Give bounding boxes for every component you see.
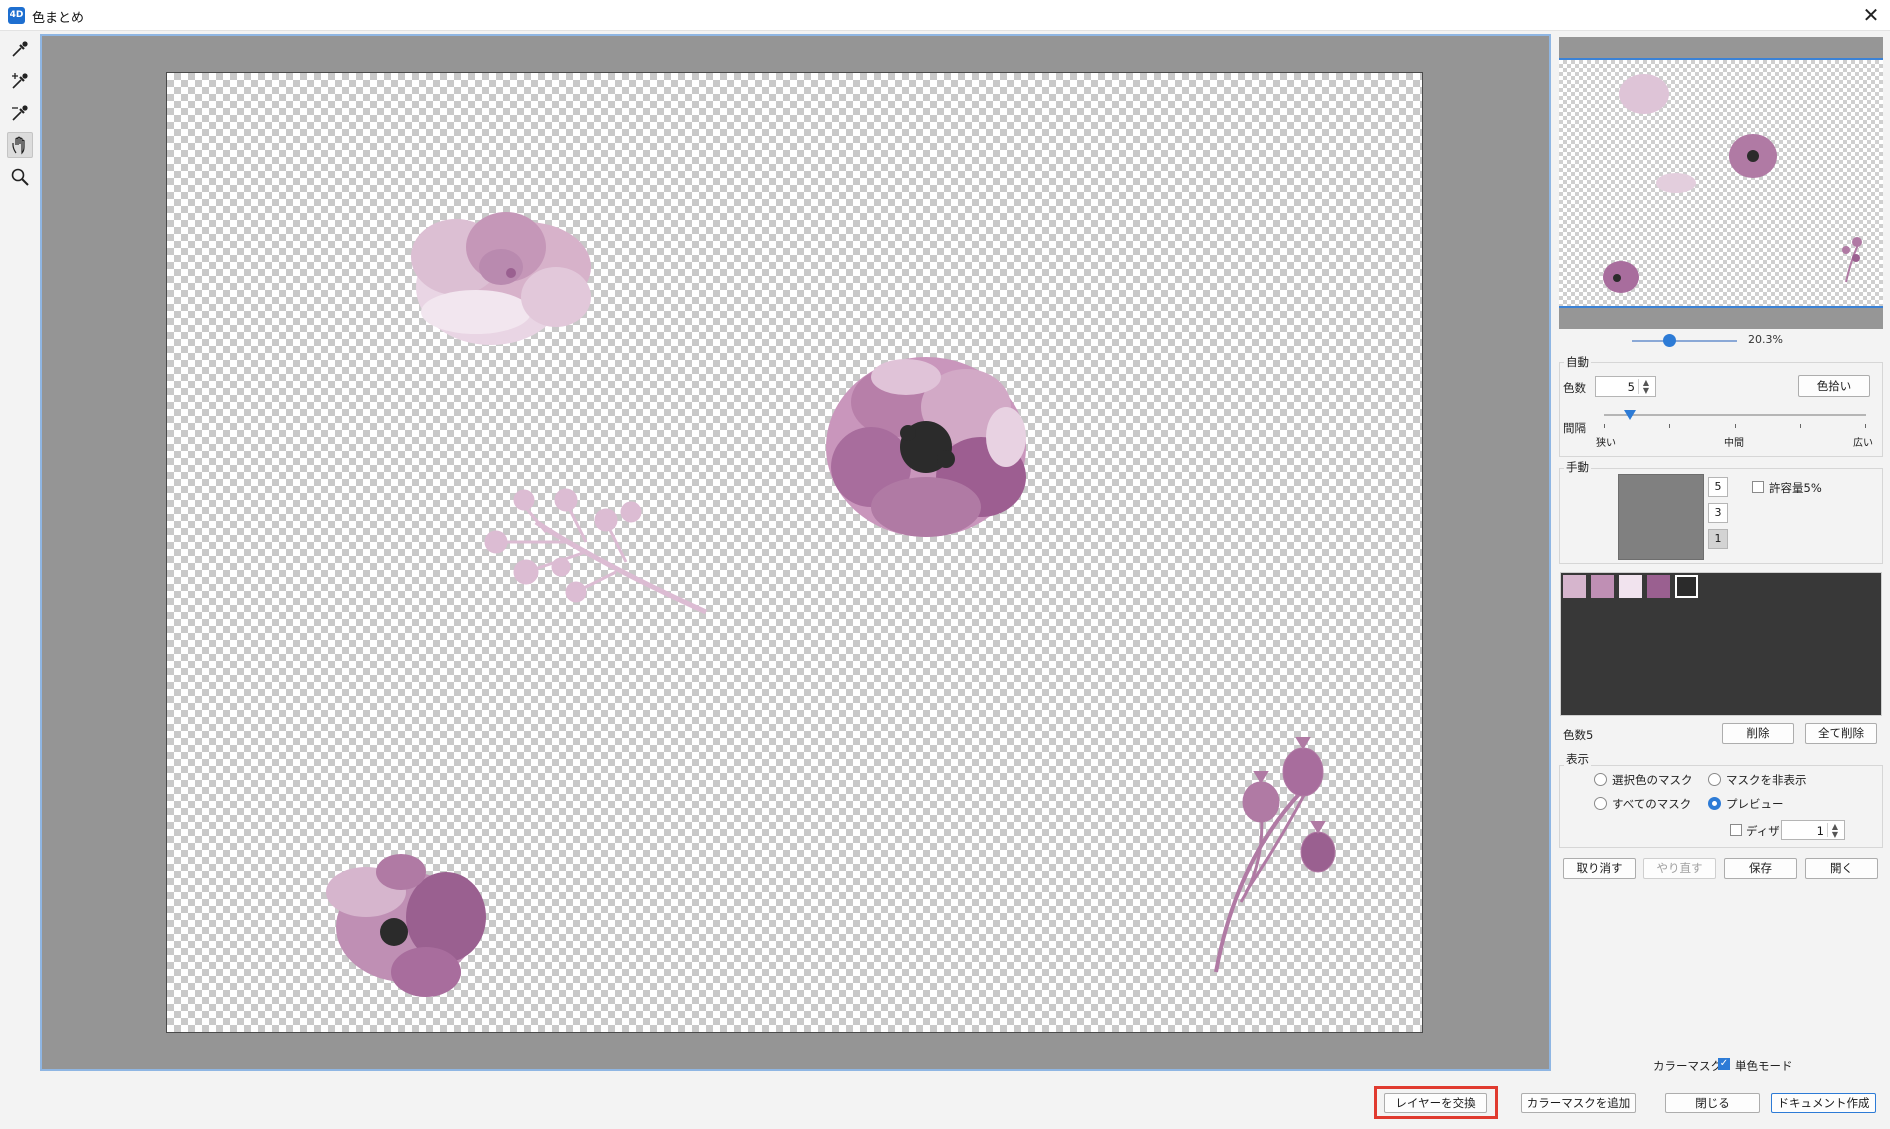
dither-value: 1 <box>1816 824 1824 838</box>
color-swatch[interactable] <box>1619 575 1642 598</box>
save-button[interactable]: 保存 <box>1724 858 1797 879</box>
zoom-icon <box>11 168 29 186</box>
hide-mask-radio[interactable] <box>1708 773 1721 786</box>
level-3-button[interactable]: 3 <box>1708 503 1728 523</box>
delete-color-button[interactable]: 削除 <box>1722 723 1794 744</box>
interval-tick <box>1865 424 1866 428</box>
window-title: 色まとめ <box>32 11 85 26</box>
redo-button[interactable]: やり直す <box>1643 858 1716 879</box>
navigator-preview[interactable] <box>1559 58 1883 308</box>
hand-icon <box>12 136 25 155</box>
all-masks-radio[interactable] <box>1594 797 1607 810</box>
zoom-tool[interactable] <box>7 164 33 190</box>
undo-button[interactable]: 取り消す <box>1563 858 1636 879</box>
color-swatch[interactable] <box>1647 575 1670 598</box>
interval-slider-track[interactable] <box>1604 414 1866 416</box>
tolerance-label: 許容量5% <box>1769 481 1822 495</box>
auto-group-label: 自動 <box>1564 354 1591 370</box>
color-count-value: 5 <box>1627 380 1635 394</box>
navigator-bottom-band <box>1559 308 1883 329</box>
zoom-slider-knob[interactable] <box>1662 334 1676 347</box>
color-mask-label: カラーマスク <box>1653 1059 1722 1073</box>
interval-tick <box>1669 424 1670 428</box>
color-count-label: 色数 <box>1563 381 1586 395</box>
interval-slider-knob[interactable] <box>1624 410 1637 420</box>
level-5-button[interactable]: 5 <box>1708 477 1728 497</box>
mask-selected-radio[interactable] <box>1594 773 1607 786</box>
interval-mid-label: 中間 <box>1724 438 1744 449</box>
manual-group-label: 手動 <box>1564 459 1591 475</box>
flower-top-left <box>411 212 591 345</box>
dither-checkbox[interactable] <box>1730 824 1742 836</box>
navigator-thumbnail <box>1603 74 1862 293</box>
dither-label: ディザ <box>1746 824 1780 838</box>
flower-center <box>826 357 1026 537</box>
dither-spinner[interactable]: 1 ▲ ▼ <box>1781 820 1845 840</box>
hand-tool[interactable] <box>7 132 33 158</box>
interval-max-label: 広い <box>1853 438 1873 449</box>
zoom-slider[interactable] <box>1632 340 1737 342</box>
add-color-mask-button[interactable]: カラーマスクを追加 <box>1521 1093 1636 1113</box>
all-masks-label: すべてのマスク <box>1612 797 1692 811</box>
flower-artwork <box>326 212 1336 997</box>
hide-mask-label: マスクを非表示 <box>1726 773 1807 787</box>
mono-mode-label: 単色モード <box>1735 1059 1793 1073</box>
swatch-row <box>1563 575 1698 598</box>
eyedropper-minus-icon <box>12 105 28 121</box>
spinner-arrows-icon[interactable]: ▲ ▼ <box>1827 823 1842 839</box>
color-swatch[interactable] <box>1563 575 1586 598</box>
manual-color-preview[interactable] <box>1618 474 1704 560</box>
navigator-top-band <box>1559 37 1883 58</box>
spinner-arrows-icon[interactable]: ▲ ▼ <box>1638 379 1653 395</box>
sprig-middle <box>484 488 708 615</box>
eyedropper-plus-icon <box>12 73 28 89</box>
interval-tick <box>1800 424 1801 428</box>
zoom-level: 20.3% <box>1748 333 1783 346</box>
display-group-label: 表示 <box>1564 751 1591 767</box>
pick-colors-button[interactable]: 色拾い <box>1798 375 1870 397</box>
eyedropper-subtract-tool[interactable] <box>7 100 33 126</box>
palette-count-label: 色数5 <box>1563 728 1594 742</box>
tolerance-checkbox[interactable] <box>1752 481 1764 493</box>
preview-label: プレビュー <box>1726 797 1784 811</box>
title-bar <box>0 0 1890 31</box>
color-swatch[interactable] <box>1675 575 1698 598</box>
mask-selected-label: 選択色のマスク <box>1612 773 1693 787</box>
flower-bottom-left <box>326 854 486 997</box>
color-swatch[interactable] <box>1591 575 1614 598</box>
eyedropper-icon <box>12 41 28 57</box>
interval-min-label: 狭い <box>1596 438 1616 449</box>
bud-sprig-bottom-right <box>1214 737 1336 973</box>
mono-mode-checkbox[interactable]: ✓ <box>1718 1058 1730 1070</box>
preview-radio[interactable] <box>1708 797 1721 810</box>
eyedropper-tool[interactable] <box>7 36 33 62</box>
create-document-button[interactable]: ドキュメント作成 <box>1771 1093 1876 1113</box>
interval-tick <box>1604 424 1605 428</box>
swap-layer-button[interactable]: レイヤーを交換 <box>1384 1093 1487 1113</box>
app-icon: 4D <box>8 7 25 24</box>
eyedropper-add-tool[interactable] <box>7 68 33 94</box>
interval-tick <box>1735 424 1736 428</box>
level-1-button[interactable]: 1 <box>1708 529 1728 549</box>
open-button[interactable]: 開く <box>1805 858 1878 879</box>
delete-all-colors-button[interactable]: 全て削除 <box>1805 723 1877 744</box>
color-count-spinner[interactable]: 5 ▲ ▼ <box>1595 376 1656 397</box>
close-button[interactable]: 閉じる <box>1665 1093 1760 1113</box>
close-window-button[interactable]: ✕ <box>1858 2 1884 28</box>
interval-label: 間隔 <box>1563 421 1586 435</box>
